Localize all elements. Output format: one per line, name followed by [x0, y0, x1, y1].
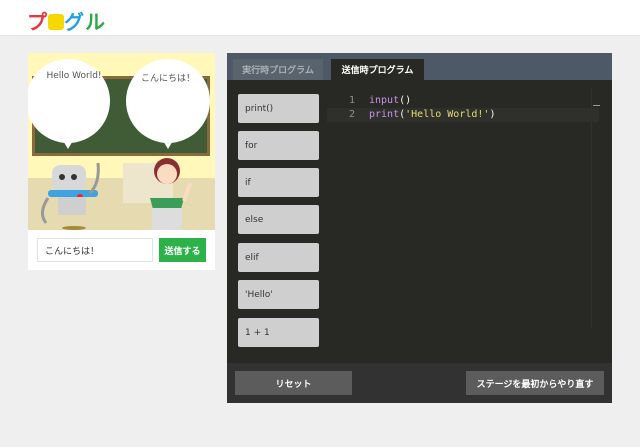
tab-bar: 実行時プログラム 送信時プログラム	[227, 53, 612, 80]
tab-send-program[interactable]: 送信時プログラム	[331, 59, 424, 80]
palette-else[interactable]: else	[238, 205, 319, 234]
paren: )	[405, 95, 412, 106]
line-number: 1	[348, 95, 355, 106]
reset-button[interactable]: リセット	[235, 371, 352, 395]
send-button[interactable]: 送信する	[159, 238, 206, 262]
bubble-left-text: Hello World!	[46, 71, 102, 81]
palette-print[interactable]: print()	[238, 94, 319, 123]
code-line[interactable]: 1 input()	[327, 94, 599, 108]
code-string: 'Hello World!'	[405, 109, 490, 120]
stage-card: Hello World! こんにちは！ 送信する	[28, 53, 215, 270]
message-input[interactable]	[37, 238, 153, 262]
paren: )	[489, 109, 496, 120]
restart-stage-button[interactable]: ステージを最初からやり直す	[466, 371, 604, 395]
palette-expression[interactable]: 1 + 1	[238, 318, 319, 347]
bubble-right-text: こんにちは！	[140, 74, 195, 84]
fold-icon[interactable]	[593, 105, 600, 106]
header: プグル	[0, 0, 640, 36]
palette-for[interactable]: for	[238, 131, 319, 160]
code-editor[interactable]: 1 input() 2 print('Hello World!')	[327, 87, 612, 373]
palette-elif[interactable]: elif	[238, 243, 319, 272]
program-panel: 実行時プログラム 送信時プログラム print() for if else el…	[227, 53, 612, 403]
palette-if[interactable]: if	[238, 168, 319, 197]
palette-string[interactable]: 'Hello'	[238, 280, 319, 309]
tab-runtime-program[interactable]: 実行時プログラム	[233, 59, 323, 80]
code-line[interactable]: 2 print('Hello World!')	[327, 108, 599, 122]
editor-margin-line	[591, 87, 592, 327]
code-fn: input	[369, 95, 400, 106]
bottom-bar: リセット ステージを最初からやり直す	[227, 363, 612, 403]
line-number: 2	[348, 109, 355, 120]
logo[interactable]: プグル	[27, 6, 106, 35]
code-fn: print	[369, 109, 400, 120]
